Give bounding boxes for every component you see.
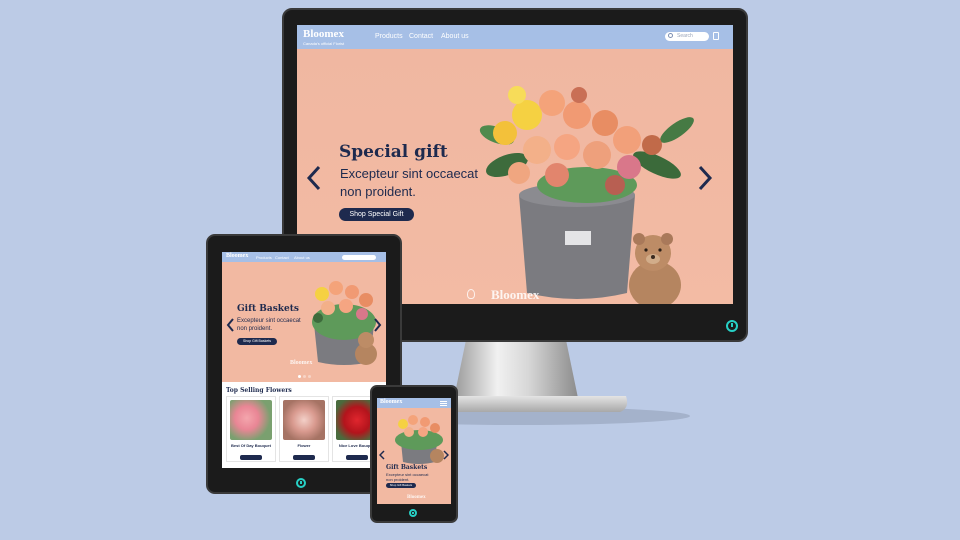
phone-brand-watermark: Bloomex: [407, 495, 426, 500]
tablet-hero-text-1: Excepteur sint occaecat: [237, 318, 301, 324]
tablet-screen: Bloomex Products Contact About us Gift B…: [222, 252, 386, 468]
product-button[interactable]: [240, 455, 262, 460]
tablet-carousel-dots: [298, 375, 312, 378]
tablet-header: Bloomex Products Contact About us: [222, 252, 386, 262]
desktop-nav-about[interactable]: About us: [441, 33, 469, 40]
product-card[interactable]: Flower: [279, 396, 329, 462]
product-name: Flower: [297, 443, 311, 448]
phone-chevron-left-icon[interactable]: [379, 450, 385, 460]
tablet-section-title: Top Selling Flowers: [226, 387, 292, 394]
desktop-nav-products[interactable]: Products: [375, 33, 403, 40]
phone-hero-flowers-image: [395, 415, 444, 464]
search-icon: [668, 33, 673, 38]
cart-icon[interactable]: [713, 32, 719, 40]
tablet-logo[interactable]: Bloomex: [226, 253, 248, 259]
desktop-power-icon[interactable]: [726, 320, 738, 332]
phone-header: Bloomex: [377, 398, 451, 408]
phone-logo[interactable]: Bloomex: [380, 399, 402, 405]
product-image: [230, 400, 272, 440]
desktop-hero-text-1: Excepteur sint occaecat: [340, 166, 479, 181]
tablet-nav-about[interactable]: About us: [294, 255, 310, 260]
product-button[interactable]: [293, 455, 315, 460]
desktop-header: Bloomex Canada's official Florist Produc…: [297, 25, 733, 49]
desktop-shop-special-gift-button[interactable]: Shop Special Gift: [339, 208, 414, 221]
desktop-watermark-text: Bloomex: [491, 287, 540, 302]
product-card[interactable]: Best Of Day Bouquet: [226, 396, 276, 462]
phone-shop-gift-baskets-button[interactable]: Shop Gift Baskets: [386, 483, 416, 488]
desktop-search-placeholder: Search: [677, 33, 693, 39]
tablet-hero-text-2: non proident.: [237, 326, 273, 332]
tablet-chevron-left-icon[interactable]: [226, 318, 234, 332]
tablet-chevron-right-icon[interactable]: [374, 318, 382, 332]
product-image: [283, 400, 325, 440]
desktop-hero-flowers-image: [479, 86, 694, 304]
phone-hero-text-2: non proident.: [386, 477, 410, 482]
hamburger-menu-icon[interactable]: [440, 401, 447, 406]
phone-power-icon[interactable]: [409, 509, 417, 517]
desktop-logo[interactable]: Bloomex: [303, 28, 344, 40]
tablet-brand-watermark: Bloomex: [290, 360, 313, 366]
tablet-hero-title: Gift Baskets: [237, 304, 299, 314]
desktop-tagline: Canada's official Florist: [303, 41, 345, 46]
desktop-hero-title: Special gift: [339, 142, 448, 162]
desktop-chevron-left-icon[interactable]: [306, 165, 322, 191]
product-name: Best Of Day Bouquet: [230, 443, 271, 448]
product-button[interactable]: [346, 455, 368, 460]
phone-chevron-right-icon[interactable]: [443, 450, 449, 460]
phone-screen: Bloomex Gift Baskets Excepteur sint occa…: [377, 398, 451, 504]
tablet-power-icon[interactable]: [296, 478, 306, 488]
tablet-nav-products[interactable]: Products: [256, 255, 272, 260]
tablet-hero-flowers-image: [312, 281, 377, 365]
desktop-nav-contact[interactable]: Contact: [409, 33, 433, 40]
flower-logo-icon: [467, 289, 475, 299]
desktop-search-input[interactable]: Search: [665, 32, 709, 41]
tablet-nav-contact[interactable]: Contact: [275, 255, 289, 260]
carousel-dot[interactable]: [303, 375, 306, 378]
carousel-dot[interactable]: [308, 375, 311, 378]
phone-hero-title: Gift Baskets: [386, 464, 428, 471]
tablet-search-input[interactable]: [342, 255, 376, 260]
desktop-chevron-right-icon[interactable]: [697, 165, 713, 191]
desktop-hero-text-2: non proident.: [340, 184, 416, 199]
tablet-shop-gift-baskets-button[interactable]: Shop Gift Baskets: [237, 338, 277, 345]
carousel-dot[interactable]: [298, 375, 301, 378]
